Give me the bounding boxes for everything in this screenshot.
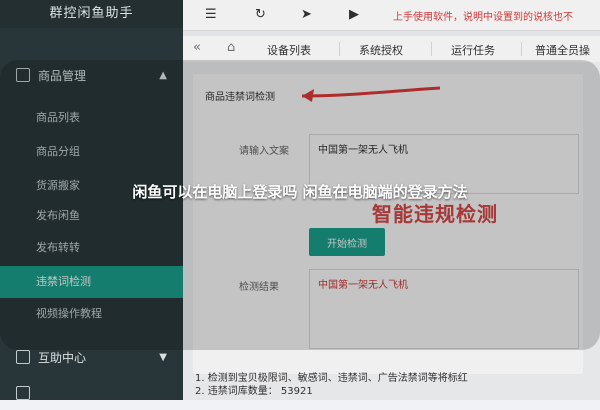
headline: 闲鱼可以在电脑上登录吗 闲鱼在电脑端的登录方法 [132, 183, 468, 201]
headline-banner [0, 60, 600, 350]
